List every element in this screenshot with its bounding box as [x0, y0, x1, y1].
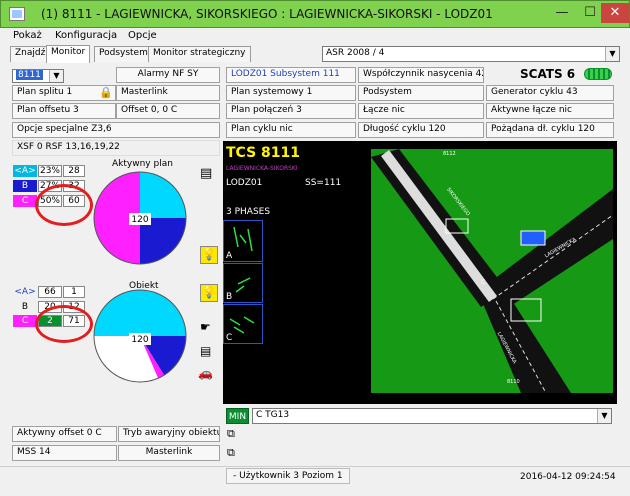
- intersection-map: 8112 SIKORSKIEGO LAGIEWNICKA LAGIEWNICKA…: [371, 149, 613, 393]
- obj-a-legend: <A>: [13, 286, 37, 298]
- chevron-down-icon[interactable]: ▼: [597, 409, 611, 423]
- masterlink-field: Masterlink: [116, 85, 220, 101]
- minimize-button[interactable]: —: [548, 3, 576, 23]
- xsf-field: XSF 0 RSF 13,16,19,22: [12, 140, 220, 156]
- user-status: - Użytkownik 3 Poziom 1: [226, 468, 350, 484]
- active-offset-field: Aktywny offset 0 C: [12, 426, 117, 442]
- masterlink-bottom-field: Masterlink: [118, 445, 220, 461]
- phase-a-percent: 23%: [38, 165, 62, 177]
- obj-a-value2: 1: [63, 286, 85, 298]
- lightbulb-icon[interactable]: 💡: [200, 246, 218, 264]
- phases-label: 3 PHASES: [226, 207, 271, 217]
- active-plan-label: Aktywny plan: [112, 159, 173, 169]
- signal-icon: [584, 68, 612, 80]
- car-icon[interactable]: 🚗: [198, 366, 216, 384]
- menu-konfiguracja[interactable]: Konfiguracja: [55, 30, 117, 41]
- subsystem-field: LODZ01 Subsystem 111: [226, 67, 356, 83]
- phase-c-diagram[interactable]: C: [223, 304, 263, 344]
- window-title: (1) 8111 - LAGIEWNICKA, SIKORSKIEGO : LA…: [41, 7, 493, 21]
- phase-b-label: B: [226, 292, 233, 302]
- desired-cycle-field: Pożądana dł. cyklu 120: [486, 122, 614, 138]
- road-map: [371, 149, 613, 393]
- phase-c-legend: C: [13, 195, 37, 207]
- tab-podsystem[interactable]: Podsystem: [94, 46, 153, 62]
- ss-label: SS=111: [305, 178, 342, 188]
- mss-field: MSS 14: [12, 445, 117, 461]
- obj-b-legend: B: [13, 301, 37, 313]
- link-field: Łącze nic: [358, 103, 484, 119]
- tg-combo-value: C TG13: [256, 410, 290, 420]
- phase-a-label: A: [226, 251, 233, 261]
- menu-opcje[interactable]: Opcje: [128, 30, 157, 41]
- site-subtitle: LAGIEWNICKA-SIKORSKI: [226, 165, 298, 172]
- obj-c-legend: C: [13, 315, 37, 327]
- saturation-field: Współczynnik nasycenia 42: [358, 67, 484, 83]
- highlight-ring: [35, 184, 93, 226]
- special-options-field: Opcje specjalne Z3,6: [12, 122, 220, 138]
- phase-b-diagram[interactable]: B: [223, 263, 263, 303]
- tab-monitor[interactable]: Monitor: [46, 45, 91, 63]
- menu-pokaz[interactable]: Pokaż: [13, 30, 42, 41]
- chevron-down-icon[interactable]: ▼: [49, 70, 63, 82]
- active-link-field: Aktywne łącze nic: [486, 103, 614, 119]
- phase-a-diagram[interactable]: A: [223, 220, 263, 262]
- app-icon: [9, 7, 25, 21]
- highlight-ring: [35, 305, 93, 343]
- network-icon[interactable]: ⧉: [227, 427, 245, 445]
- tab-znajdz[interactable]: Znajdź: [10, 46, 51, 62]
- map-label-c: C: [481, 279, 486, 286]
- podsystem-field: Podsystem: [358, 85, 484, 101]
- title-bar: (1) 8111 - LAGIEWNICKA, SIKORSKIEGO : LA…: [0, 0, 630, 28]
- close-button[interactable]: ✕: [601, 3, 629, 23]
- scats-label: SCATS 6: [520, 67, 576, 81]
- menu-bar: Pokaż Konfiguracja Opcje: [0, 28, 630, 45]
- tcs-title: TCS 8111: [226, 145, 301, 161]
- lock-icon: 🔒: [99, 86, 113, 99]
- asr-combo[interactable]: ASR 2008 / 4 ▼: [322, 46, 620, 62]
- lightbulb-icon[interactable]: 💡: [200, 284, 218, 302]
- site-combo[interactable]: 8111 ▼: [12, 69, 64, 83]
- obj-center-label: 120: [131, 335, 148, 345]
- cycle-plan-field: Plan cyklu nic: [226, 122, 356, 138]
- status-bar: - Użytkownik 3 Poziom 1 2016-04-12 09:24…: [0, 466, 630, 490]
- phase-c-label: C: [226, 333, 233, 343]
- network-icon[interactable]: ⧉: [227, 446, 245, 464]
- intersection-panel: TCS 8111 LAGIEWNICKA-SIKORSKI LODZ01 SS=…: [223, 141, 617, 404]
- region-label: LODZ01: [226, 178, 263, 188]
- pie-center-label: 120: [131, 215, 148, 225]
- chevron-down-icon[interactable]: ▼: [605, 47, 619, 61]
- asr-combo-value: ASR 2008 / 4: [326, 48, 385, 58]
- map-label-north: 8112: [443, 151, 456, 157]
- system-plan-field: Plan systemowy 1: [226, 85, 356, 101]
- tab-monitor-strategiczny[interactable]: Monitor strategiczny: [148, 46, 251, 62]
- phase-a-legend: <A>: [13, 165, 37, 177]
- document-icon[interactable]: ▤: [200, 344, 218, 362]
- plan-offset-field: Plan offsetu 3: [12, 103, 116, 119]
- map-label-south: 8110: [507, 379, 520, 385]
- obj-a-value1: 66: [38, 286, 62, 298]
- maximize-button[interactable]: ☐: [576, 3, 604, 23]
- offset-field: Offset 0, 0 C: [116, 103, 220, 119]
- cycle-generator-field: Generator cyklu 43: [486, 85, 614, 101]
- phase-a-seconds: 28: [63, 165, 85, 177]
- hand-icon[interactable]: ☛: [200, 320, 218, 338]
- cycle-length-field: Długość cyklu 120: [358, 122, 484, 138]
- phase-b-legend: B: [13, 180, 37, 192]
- alarms-field: Alarmy NF SY: [116, 67, 220, 83]
- emergency-mode-field: Tryb awaryjny obiektu: [118, 426, 220, 442]
- min-indicator: MIN: [226, 408, 249, 424]
- tg-combo[interactable]: C TG13 ▼: [252, 408, 612, 424]
- object-pie: 120: [93, 289, 187, 383]
- datetime: 2016-04-12 09:24:54: [520, 472, 616, 482]
- active-plan-pie: 120: [93, 171, 187, 265]
- site-combo-value: 8111: [16, 70, 43, 80]
- document-icon[interactable]: ▤: [200, 166, 218, 184]
- link-plan-field: Plan połączeń 3: [226, 103, 356, 119]
- tab-row: Znajdź Monitor Podsystem Monitor strateg…: [0, 45, 630, 63]
